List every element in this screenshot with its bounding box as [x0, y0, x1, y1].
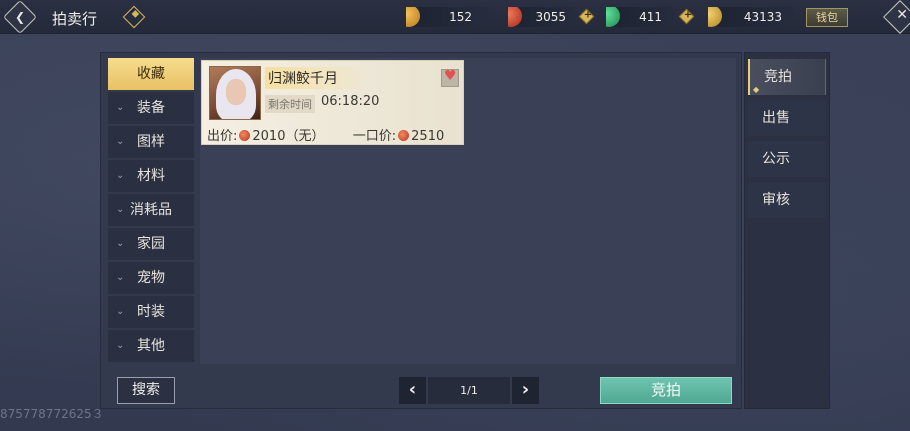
currency-feather: 43133 [708, 7, 798, 27]
page-title: 拍卖行 [52, 10, 98, 28]
bid-price-label: 出价: [207, 129, 238, 144]
item-portrait [209, 66, 261, 120]
close-icon[interactable]: ✕ [883, 0, 910, 34]
category-patterns[interactable]: ⌄ 图样 [108, 126, 194, 158]
chevron-right-icon: › [521, 379, 530, 400]
chevron-down-icon: ⌄ [116, 238, 125, 249]
currency-value: 3055 [535, 10, 566, 24]
back-button[interactable]: ❮ [3, 0, 37, 34]
prev-page-button[interactable]: ‹ [399, 377, 426, 404]
tab-public[interactable]: 公示 [748, 141, 826, 177]
tab-review[interactable]: 审核 [748, 182, 826, 218]
category-home[interactable]: ⌄ 家园 [108, 228, 194, 260]
chevron-left-icon: ‹ [408, 379, 417, 400]
chevron-down-icon: ⌄ [116, 306, 125, 317]
remaining-time-value: 06:18:20 [321, 94, 380, 109]
category-consumables[interactable]: ⌄ 消耗品 [108, 194, 194, 226]
tab-bid[interactable]: ◆ 竞拍 [748, 59, 826, 95]
category-other[interactable]: ⌄ 其他 [108, 330, 194, 362]
category-materials[interactable]: ⌄ 材料 [108, 160, 194, 192]
add-red-coin-button[interactable]: + [578, 8, 595, 25]
chevron-down-icon: ⌄ [116, 272, 125, 283]
search-button[interactable]: 搜索 [117, 377, 175, 404]
currency-gold-bag: 152 [406, 7, 492, 27]
chevron-down-icon: ⌄ [116, 340, 125, 351]
currency-value: 152 [449, 10, 472, 24]
red-coin-icon [398, 130, 410, 141]
chevron-down-icon: ⌄ [116, 170, 125, 181]
add-jade-button[interactable]: + [678, 8, 695, 25]
chevron-down-icon: ⌄ [116, 102, 125, 113]
tab-sell[interactable]: 出售 [748, 100, 826, 136]
help-icon[interactable]: ◆ [122, 5, 146, 29]
category-pets[interactable]: ⌄ 宠物 [108, 262, 194, 294]
currency-jade: 411 [606, 7, 678, 27]
bid-price-value: 2010（无） [252, 129, 325, 144]
favorite-heart-icon[interactable]: ♥ [441, 68, 459, 87]
red-coin-icon [508, 7, 522, 27]
category-equipment[interactable]: ⌄ 装备 [108, 92, 194, 124]
category-favorites[interactable]: 收藏 [108, 58, 194, 90]
gold-bag-icon [406, 7, 420, 27]
back-arrow-icon: ❮ [14, 9, 26, 24]
remaining-time-label: 剩余时间 [265, 95, 315, 113]
wallet-button[interactable]: 钱包 [806, 8, 848, 27]
currency-value: 43133 [743, 10, 782, 24]
category-fashion[interactable]: ⌄ 时装 [108, 296, 194, 328]
chevron-down-icon: ⌄ [116, 204, 125, 215]
currency-red-coin: 3055 [508, 7, 578, 27]
red-coin-icon [239, 130, 251, 141]
item-name: 归渊鲛千月 [265, 67, 368, 89]
jade-icon [606, 7, 620, 27]
next-page-button[interactable]: › [512, 377, 539, 404]
currency-value: 411 [639, 10, 662, 24]
price-row: 出价: 2010（无） 一口价: 2510 [207, 125, 444, 144]
top-bar: ❮ 拍卖行 ◆ 152 3055 + 411 + 43133 钱包 ✕ [0, 0, 910, 34]
feather-icon [708, 7, 722, 27]
page-indicator: 1/1 [428, 377, 510, 404]
auction-item-card[interactable]: 归渊鲛千月 ♥ 剩余时间 06:18:20 出价: 2010（无） 一口价: 251… [201, 60, 464, 145]
user-id: 875778772625３ [0, 407, 104, 421]
buyout-value: 2510 [411, 129, 445, 144]
bid-button[interactable]: 竞拍 [600, 377, 732, 404]
buyout-label: 一口价: [352, 129, 397, 144]
chevron-down-icon: ⌄ [116, 136, 125, 147]
